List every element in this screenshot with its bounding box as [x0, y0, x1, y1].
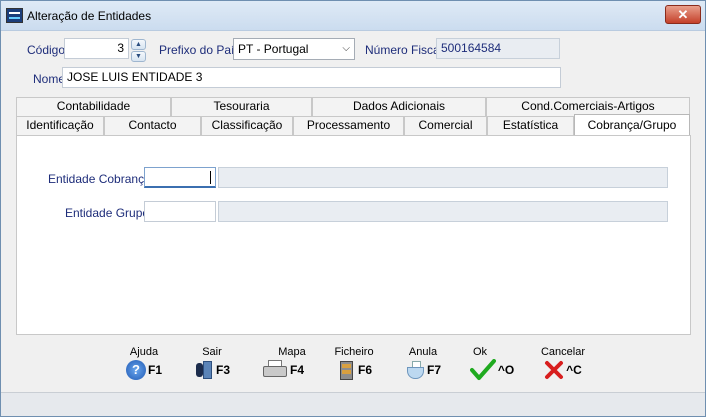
annul-icon [405, 360, 425, 380]
file-cabinet-icon [336, 360, 356, 380]
chevron-up-icon: ▲ [135, 41, 142, 48]
codigo-spinner[interactable]: ▲ ▼ [131, 39, 146, 62]
chevron-down-icon: ⌵ [342, 43, 350, 54]
entidade-grupo-label: Entidade Grupo [65, 206, 150, 220]
red-x-icon [544, 360, 564, 380]
tab-dados-adicionais[interactable]: Dados Adicionais [312, 97, 486, 116]
ajuda-button[interactable]: Ajuda ? F1 [122, 346, 166, 388]
prefixo-value: PT - Portugal [238, 42, 309, 56]
nif-label: Número Fiscal [365, 43, 443, 57]
anula-label: Anula [408, 346, 438, 358]
checkmark-icon [469, 359, 496, 381]
mapa-button[interactable]: Mapa F4 [259, 346, 307, 388]
entidade-cobranca-label: Entidade Cobrança [48, 172, 151, 186]
prefixo-label: Prefixo do País [159, 43, 241, 57]
entidade-cobranca-input[interactable] [144, 167, 216, 188]
ok-label: Ok [473, 346, 488, 358]
entidade-grupo-description [218, 201, 668, 222]
mapa-label: Mapa [278, 346, 306, 358]
cancelar-key: ^C [566, 363, 582, 377]
codigo-input[interactable]: 3 [64, 38, 129, 59]
status-bar [1, 392, 705, 416]
sair-label: Sair [202, 346, 222, 358]
entidade-grupo-input[interactable] [144, 201, 216, 222]
tab-identificacao[interactable]: Identificação [16, 116, 104, 135]
title-bar[interactable]: Alteração de Entidades ✕ [1, 1, 705, 31]
text-caret [210, 171, 211, 184]
close-button[interactable]: ✕ [665, 5, 701, 24]
help-icon: ? [125, 360, 146, 380]
nome-input[interactable]: JOSE LUIS ENTIDADE 3 [62, 67, 561, 88]
tab-cobranca-grupo[interactable]: Cobrança/Grupo [574, 114, 690, 135]
entidade-cobranca-description [218, 167, 668, 188]
nome-label: Nome [33, 72, 66, 86]
chevron-down-icon: ▼ [135, 53, 142, 60]
sair-key: F3 [215, 363, 230, 377]
spin-up-button[interactable]: ▲ [131, 39, 146, 50]
tab-contabilidade[interactable]: Contabilidade [16, 97, 171, 116]
anula-button[interactable]: Anula F7 [401, 346, 445, 388]
tab-panel [16, 135, 691, 335]
ficheiro-label: Ficheiro [334, 346, 374, 358]
tab-processamento[interactable]: Processamento [293, 116, 404, 135]
cancelar-button[interactable]: Cancelar ^C [537, 346, 589, 388]
printer-icon [262, 360, 288, 380]
ficheiro-key: F6 [357, 363, 372, 377]
spin-down-button[interactable]: ▼ [131, 51, 146, 62]
ajuda-label: Ajuda [129, 346, 159, 358]
tab-contacto[interactable]: Contacto [104, 116, 201, 135]
window-title: Alteração de Entidades [27, 9, 152, 23]
nif-field: 500164584 [436, 38, 560, 59]
ok-key: ^O [497, 363, 515, 377]
prefixo-select[interactable]: PT - Portugal ⌵ [233, 38, 355, 60]
app-icon [6, 8, 23, 23]
tab-classificacao[interactable]: Classificação [201, 116, 293, 135]
ficheiro-button[interactable]: Ficheiro F6 [331, 346, 377, 388]
entidades-window: Alteração de Entidades ✕ Código 3 ▲ ▼ Pr… [0, 0, 706, 417]
tab-tesouraria[interactable]: Tesouraria [171, 97, 312, 116]
codigo-label: Código [27, 43, 66, 57]
ok-button[interactable]: Ok ^O [467, 346, 517, 388]
ajuda-key: F1 [147, 363, 162, 377]
tab-comercial[interactable]: Comercial [404, 116, 487, 135]
tab-estatistica[interactable]: Estatística [487, 116, 574, 135]
anula-key: F7 [426, 363, 441, 377]
sair-button[interactable]: Sair F3 [189, 346, 235, 388]
mapa-key: F4 [289, 363, 304, 377]
exit-icon [194, 359, 214, 381]
cancelar-label: Cancelar [540, 346, 586, 358]
